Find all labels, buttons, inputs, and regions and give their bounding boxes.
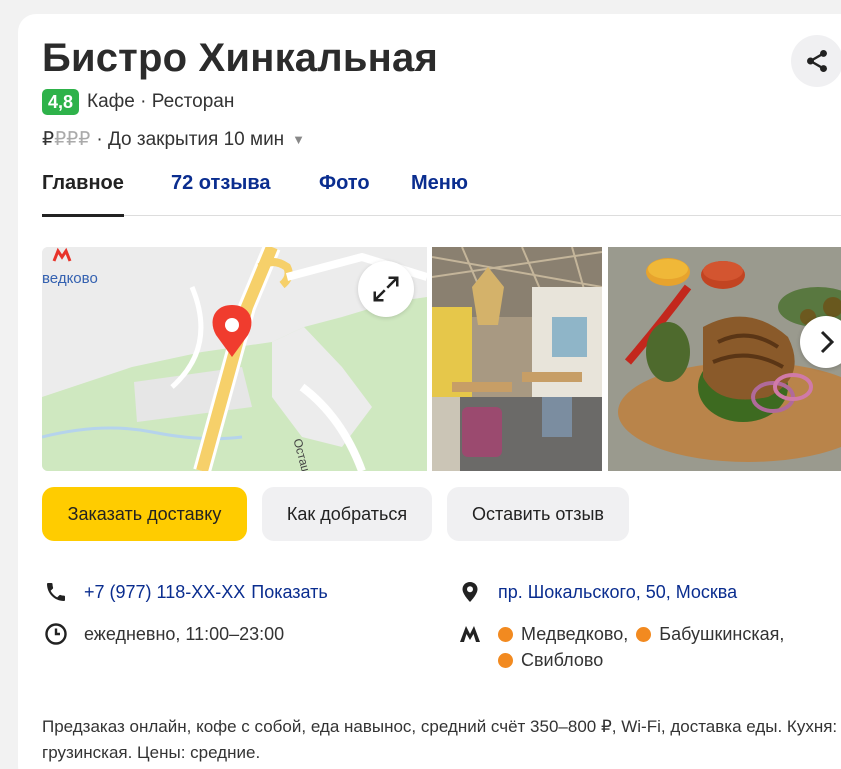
rating-badge[interactable]: 4,8	[42, 89, 80, 115]
metro-row: Медведково, Бабушкинская,	[456, 620, 784, 648]
metro-line-dot	[636, 626, 652, 642]
map-metro-label: ведково	[42, 270, 98, 287]
address-link[interactable]: пр. Шокальского, 50, Москва	[498, 582, 737, 603]
hours-row: ежедневно, 11:00–23:00	[42, 620, 284, 648]
tab-reviews[interactable]: 72 отзыва	[171, 172, 271, 216]
metro-icon	[456, 620, 484, 648]
metro-line-dot	[498, 626, 513, 642]
clock-icon	[42, 620, 70, 648]
price-level-inactive: ₽₽₽	[54, 129, 91, 150]
metro-station[interactable]: Бабушкинская,	[636, 624, 784, 645]
chevron-down-icon[interactable]: ▼	[292, 132, 305, 147]
organization-card: Бистро Хинкальная 4,8 Кафе · Ресторан ₽ ₽…	[18, 14, 841, 769]
metro-station[interactable]: Медведково,	[498, 624, 628, 645]
show-phone-link[interactable]: Показать	[251, 582, 328, 603]
categories: Кафе · Ресторан	[87, 91, 235, 112]
status-row[interactable]: ₽ ₽₽₽ · До закрытия 10 мин ▼	[42, 128, 305, 151]
share-button[interactable]	[791, 35, 841, 87]
expand-icon	[373, 276, 399, 302]
chevron-right-icon	[820, 330, 835, 354]
interior-photo[interactable]	[432, 247, 602, 471]
interior-image	[432, 247, 602, 471]
price-level-active: ₽	[42, 129, 55, 150]
features-description: Предзаказ онлайн, кофе с собой, еда навы…	[42, 717, 838, 762]
tab-photos[interactable]: Фото	[319, 172, 370, 216]
address-row: пр. Шокальского, 50, Москва	[456, 578, 737, 606]
opening-hours[interactable]: ежедневно, 11:00–23:00	[84, 624, 284, 645]
tab-main[interactable]: Главное	[42, 172, 124, 217]
opening-status: · До закрытия 10 мин	[96, 128, 285, 150]
phone-number[interactable]: +7 (977) 118-XX-XX	[84, 582, 245, 603]
location-pin-icon	[456, 578, 484, 606]
phone-row: +7 (977) 118-XX-XX Показать	[42, 578, 328, 606]
expand-map-button[interactable]	[358, 261, 414, 317]
rating-row: 4,8 Кафе · Ресторан	[42, 88, 234, 116]
phone-icon	[42, 578, 70, 606]
tabs-bar: Главное 72 отзыва Фото Меню	[42, 172, 841, 217]
place-title: Бистро Хинкальная	[42, 36, 438, 80]
next-photo-button[interactable]	[800, 316, 841, 368]
metro-line-dot	[498, 653, 513, 668]
leave-review-button[interactable]: Оставить отзыв	[447, 487, 629, 541]
map-preview[interactable]: ведково Осташковс	[42, 247, 427, 471]
metro-station[interactable]: Свиблово	[498, 650, 603, 671]
tab-menu[interactable]: Меню	[411, 172, 468, 216]
share-icon	[807, 49, 827, 73]
get-directions-button[interactable]: Как добраться	[262, 487, 432, 541]
order-delivery-button[interactable]: Заказать доставку	[42, 487, 247, 541]
